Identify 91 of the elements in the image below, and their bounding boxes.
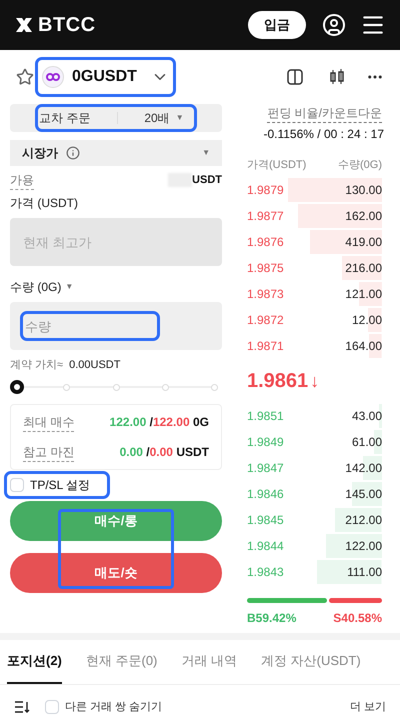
order-quantity: 61.00 <box>352 434 382 451</box>
tpsl-checkbox[interactable] <box>10 478 24 492</box>
logo-text: BTCC <box>38 13 96 38</box>
order-book-row[interactable]: 1.9872 12.00 <box>247 307 382 333</box>
funding-label: 펀딩 비율/카운트다운 <box>267 104 382 123</box>
quantity-label[interactable]: 수량 (0G) <box>10 278 62 296</box>
info-icon[interactable] <box>66 146 80 160</box>
buy-ratio: B59.42% <box>247 610 296 627</box>
favorite-star-icon[interactable] <box>16 68 34 86</box>
dropdown-caret-icon: ▼ <box>65 281 74 293</box>
pair-selector[interactable]: 0GUSDT <box>38 60 173 94</box>
hide-pairs-label[interactable]: 다른 거래 쌍 숨기기 <box>65 698 162 716</box>
sell-ratio: S40.58% <box>333 610 382 627</box>
order-price: 1.9873 <box>247 286 284 303</box>
order-book-row[interactable]: 1.9873 121.00 <box>247 281 382 307</box>
order-book-row[interactable]: 1.9845 212.00 <box>247 507 382 533</box>
summary-label: 최대 매수 <box>23 412 74 432</box>
order-quantity: 212.00 <box>345 512 382 529</box>
last-price: 1.9861 <box>247 369 308 394</box>
order-book-row[interactable]: 1.9843 111.00 <box>247 559 382 585</box>
dropdown-caret-icon: ▼ <box>202 147 210 159</box>
summary-label: 참고 마진 <box>23 442 74 462</box>
tpsl-label[interactable]: TP/SL 설정 <box>30 476 90 494</box>
order-quantity: 111.00 <box>347 564 382 581</box>
order-book-row[interactable]: 1.9876 419.00 <box>247 229 382 255</box>
order-price: 1.9875 <box>247 260 284 277</box>
funding-value: -0.1156% / 00 : 24 : 17 <box>263 126 384 143</box>
order-book-row[interactable]: 1.9851 43.00 <box>247 403 382 429</box>
available-label: 가용 <box>10 170 34 190</box>
quantity-field[interactable]: 수량 <box>10 302 222 350</box>
order-price: 1.9849 <box>247 434 284 451</box>
order-quantity: 12.00 <box>352 312 382 329</box>
logo-icon <box>14 15 34 35</box>
order-price: 1.9847 <box>247 460 284 477</box>
order-quantity: 121.00 <box>345 286 382 303</box>
leverage[interactable]: 20배 <box>144 109 170 127</box>
order-book-row[interactable]: 1.9846 145.00 <box>247 481 382 507</box>
order-quantity: 419.00 <box>345 234 382 251</box>
order-book-row[interactable]: 1.9871 164.00 <box>247 333 382 359</box>
price-label: 가격 (USDT) <box>10 195 79 212</box>
order-quantity: 43.00 <box>352 408 382 425</box>
tab[interactable]: 포지션(2) <box>7 640 62 684</box>
order-quantity: 122.00 <box>345 538 382 555</box>
margin-mode[interactable]: 교차 주문 <box>38 109 92 127</box>
order-quantity: 142.00 <box>345 460 382 477</box>
slider-thumb[interactable] <box>10 380 24 394</box>
order-price: 1.9877 <box>247 208 284 225</box>
tab[interactable]: 거래 내역 <box>181 640 238 684</box>
summary-value: 0.00 /0.00 USDT <box>120 444 209 461</box>
switch-view-icon[interactable] <box>286 68 304 86</box>
order-book-row[interactable]: 1.9849 61.00 <box>247 429 382 455</box>
summary-value: 122.00 /122.00 0G <box>110 414 209 431</box>
order-quantity: 145.00 <box>345 486 382 503</box>
contract-value: 0.00USDT <box>69 358 120 373</box>
down-arrow: ↓ <box>310 370 320 392</box>
order-quantity: 164.00 <box>345 338 382 355</box>
order-type-select[interactable]: 시장가 ▼ <box>10 140 222 166</box>
order-price: 1.9843 <box>247 564 284 581</box>
quantity-input[interactable]: 수량 <box>23 314 157 338</box>
tab[interactable]: 계정 자산(USDT) <box>261 640 361 684</box>
hide-pairs-checkbox[interactable] <box>45 700 59 714</box>
order-quantity: 162.00 <box>345 208 382 225</box>
order-quantity: 130.00 <box>345 182 382 199</box>
contract-value-label: 계약 가치≈ <box>10 358 64 373</box>
order-book-row[interactable]: 1.9844 122.00 <box>247 533 382 559</box>
margin-mode-bar[interactable]: 교차 주문 20배 ▼ <box>10 104 222 132</box>
order-price: 1.9851 <box>247 408 284 425</box>
column-header: 수량(0G) <box>338 158 382 173</box>
order-price: 1.9846 <box>247 486 284 503</box>
order-book-row[interactable]: 1.9847 142.00 <box>247 455 382 481</box>
tab[interactable]: 현재 주문(0) <box>86 640 158 684</box>
order-quantity: 216.00 <box>345 260 382 277</box>
order-price: 1.9872 <box>247 312 284 329</box>
order-price: 1.9879 <box>247 182 284 199</box>
more-link[interactable]: 더 보기 <box>350 698 386 716</box>
order-book-row[interactable]: 1.9875 216.00 <box>247 255 382 281</box>
coin-logo-icon <box>42 66 64 88</box>
dropdown-caret-icon: ▼ <box>176 112 184 124</box>
order-price: 1.9845 <box>247 512 284 529</box>
sell-short-button[interactable]: 매도/숏 <box>10 553 222 593</box>
order-price: 1.9844 <box>247 538 284 555</box>
order-price: 1.9876 <box>247 234 284 251</box>
candlestick-icon[interactable] <box>328 68 346 86</box>
deposit-button[interactable]: 입금 <box>248 11 306 39</box>
order-book-row[interactable]: 1.9877 162.00 <box>247 203 382 229</box>
profile-icon[interactable] <box>322 13 346 37</box>
order-price: 1.9871 <box>247 338 284 355</box>
available-unit: USDT <box>192 172 222 188</box>
column-header: 가격(USDT) <box>247 158 306 173</box>
order-book-row[interactable]: 1.9879 130.00 <box>247 177 382 203</box>
sort-icon[interactable] <box>14 701 30 713</box>
